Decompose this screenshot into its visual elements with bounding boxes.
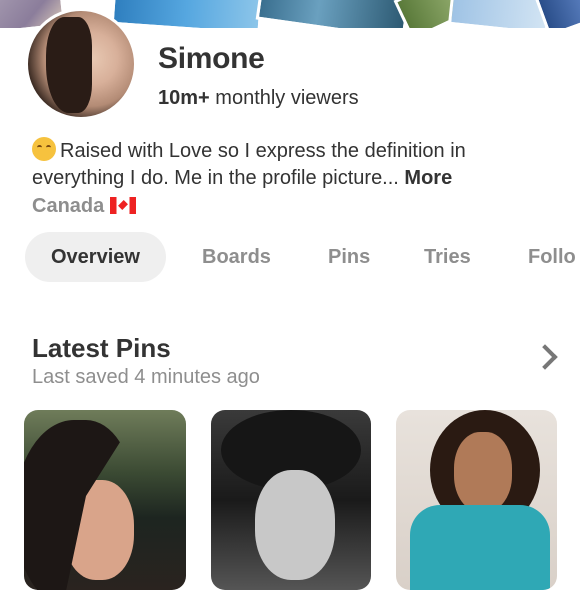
pin-card[interactable]	[24, 410, 186, 590]
hugging-face-emoji-icon	[32, 137, 56, 161]
tab-boards[interactable]: Boards	[202, 232, 271, 282]
canada-flag-icon	[110, 197, 137, 214]
profile-location: Canada	[32, 195, 137, 218]
viewers-label: monthly viewers	[215, 87, 359, 109]
monthly-viewers: 10m+ monthly viewers	[158, 87, 359, 110]
viewers-count: 10m+	[158, 87, 210, 109]
avatar[interactable]	[25, 8, 137, 120]
bio-text: Raised with Love so I express the defini…	[32, 140, 466, 189]
bio-more-link[interactable]: More	[404, 167, 452, 189]
tab-overview[interactable]: Overview	[25, 232, 166, 282]
pin-image	[255, 470, 335, 580]
latest-pins-subtitle: Last saved 4 minutes ago	[32, 366, 260, 388]
tab-tries[interactable]: Tries	[424, 232, 471, 282]
chevron-right-icon[interactable]	[532, 344, 558, 370]
cover-photo	[255, 0, 411, 28]
location-text: Canada	[32, 195, 105, 217]
pin-image	[454, 432, 512, 512]
tab-pins[interactable]: Pins	[328, 232, 370, 282]
avatar-image	[46, 17, 92, 113]
latest-pins-title: Latest Pins	[32, 333, 171, 363]
profile-name: Simone	[158, 42, 265, 75]
pin-card[interactable]	[211, 410, 371, 590]
profile-bio: Raised with Love so I express the defini…	[32, 137, 562, 192]
pin-image-detail	[410, 505, 550, 590]
pin-card[interactable]	[396, 410, 557, 590]
cover-photo	[110, 0, 264, 28]
tab-following[interactable]: Follo	[528, 232, 576, 282]
profile-tabs: Overview Boards Pins Tries Follo	[25, 232, 580, 282]
